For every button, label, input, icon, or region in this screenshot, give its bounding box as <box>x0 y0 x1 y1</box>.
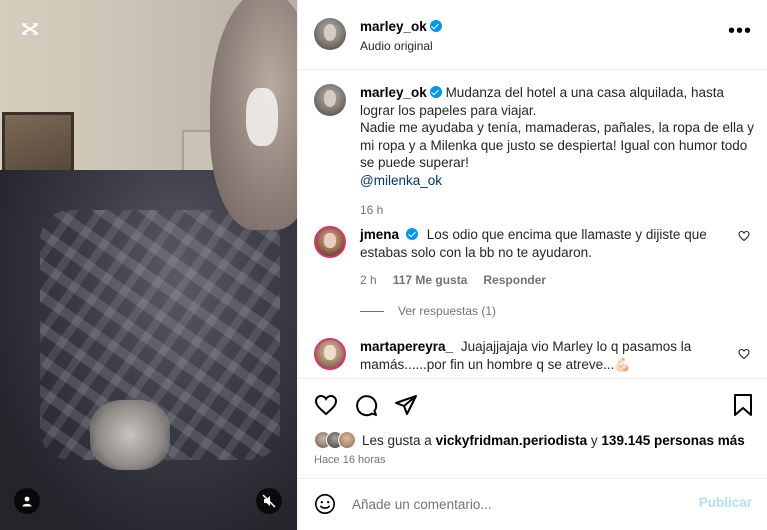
likes-summary: Les gusta a vickyfridman.periodista y 13… <box>314 431 745 449</box>
view-replies-button[interactable]: Ver respuestas (1) <box>360 304 496 318</box>
save-bookmark-icon[interactable] <box>732 393 754 417</box>
comment-body: jmena Los odio que encima que llamaste y… <box>360 226 728 261</box>
others-likes-link[interactable]: 139.145 personas más <box>601 433 744 448</box>
post-actions: Les gusta a vickyfridman.periodista y 13… <box>298 378 767 478</box>
video-face-detail <box>246 88 278 146</box>
commenter-avatar[interactable] <box>314 338 346 370</box>
commenter-avatar[interactable] <box>314 226 346 258</box>
comment-like-heart-icon[interactable] <box>738 230 750 242</box>
reply-button[interactable]: Responder <box>483 273 546 287</box>
emoji-icon[interactable] <box>314 493 336 515</box>
replies-divider <box>360 310 384 312</box>
muted-speaker-icon <box>262 494 276 508</box>
reel-video[interactable] <box>0 0 297 530</box>
likes-text: Les gusta a vickyfridman.periodista y 13… <box>362 432 745 448</box>
commenter-username[interactable]: jmena <box>360 227 399 242</box>
mute-button[interactable] <box>256 488 282 514</box>
view-replies-label[interactable]: Ver respuestas (1) <box>398 304 496 318</box>
video-hand <box>90 400 170 470</box>
caption-timestamp: 16 h <box>360 203 384 217</box>
comment-bubble-icon[interactable] <box>354 393 378 417</box>
tagged-users-button[interactable] <box>14 488 40 514</box>
comment-likes-count[interactable]: 117 Me gusta <box>393 273 468 287</box>
share-paper-plane-icon[interactable] <box>394 393 418 417</box>
author-username[interactable]: marley_ok <box>360 19 442 34</box>
verified-badge-icon <box>429 86 442 98</box>
author-avatar[interactable] <box>314 18 346 50</box>
liker-avatar <box>338 431 356 449</box>
post-details-panel: marley_ok Audio original ••• marley_ok M… <box>297 0 767 530</box>
caption-text-2: Nadie me ayudaba y tenía, mamaderas, pañ… <box>360 120 754 170</box>
post-header: marley_ok Audio original ••• <box>298 0 767 70</box>
add-comment-input[interactable] <box>352 493 682 515</box>
more-options-icon[interactable]: ••• <box>728 21 752 41</box>
instagram-post-modal: marley_ok Audio original ••• marley_ok M… <box>0 0 767 530</box>
user-icon <box>22 496 32 507</box>
post-timestamp[interactable]: Hace 16 horas <box>314 454 386 466</box>
liker-username[interactable]: vickyfridman.periodista <box>436 433 588 448</box>
comment-time: 2 h <box>360 273 377 287</box>
capcut-logo-icon <box>20 20 40 40</box>
comment-meta: 2 h 117 Me gusta Responder <box>360 273 754 287</box>
audio-label[interactable]: Audio original <box>360 39 433 53</box>
comment-like-heart-icon[interactable] <box>738 348 750 360</box>
verified-badge-icon <box>406 228 419 240</box>
comment-body: martapereyra_ Juajajjajaja vio Marley lo… <box>360 338 728 373</box>
post-caption: marley_ok Mudanza del hotel a una casa a… <box>314 84 754 217</box>
caption-mention-link[interactable]: @milenka_ok <box>360 173 442 188</box>
caption-username[interactable]: marley_ok <box>360 85 427 100</box>
like-heart-icon[interactable] <box>314 393 338 417</box>
commenter-username[interactable]: martapereyra_ <box>360 339 453 354</box>
action-icons <box>314 393 418 417</box>
caption-avatar[interactable] <box>314 84 346 116</box>
comment-composer: Publicar <box>298 478 767 530</box>
comment-item: jmena Los odio que encima que llamaste y… <box>314 226 754 287</box>
comment-item: martapereyra_ Juajajjajaja vio Marley lo… <box>314 338 754 373</box>
verified-badge-icon <box>429 20 442 32</box>
publish-button[interactable]: Publicar <box>699 495 752 510</box>
caption-body: marley_ok Mudanza del hotel a una casa a… <box>360 84 754 189</box>
